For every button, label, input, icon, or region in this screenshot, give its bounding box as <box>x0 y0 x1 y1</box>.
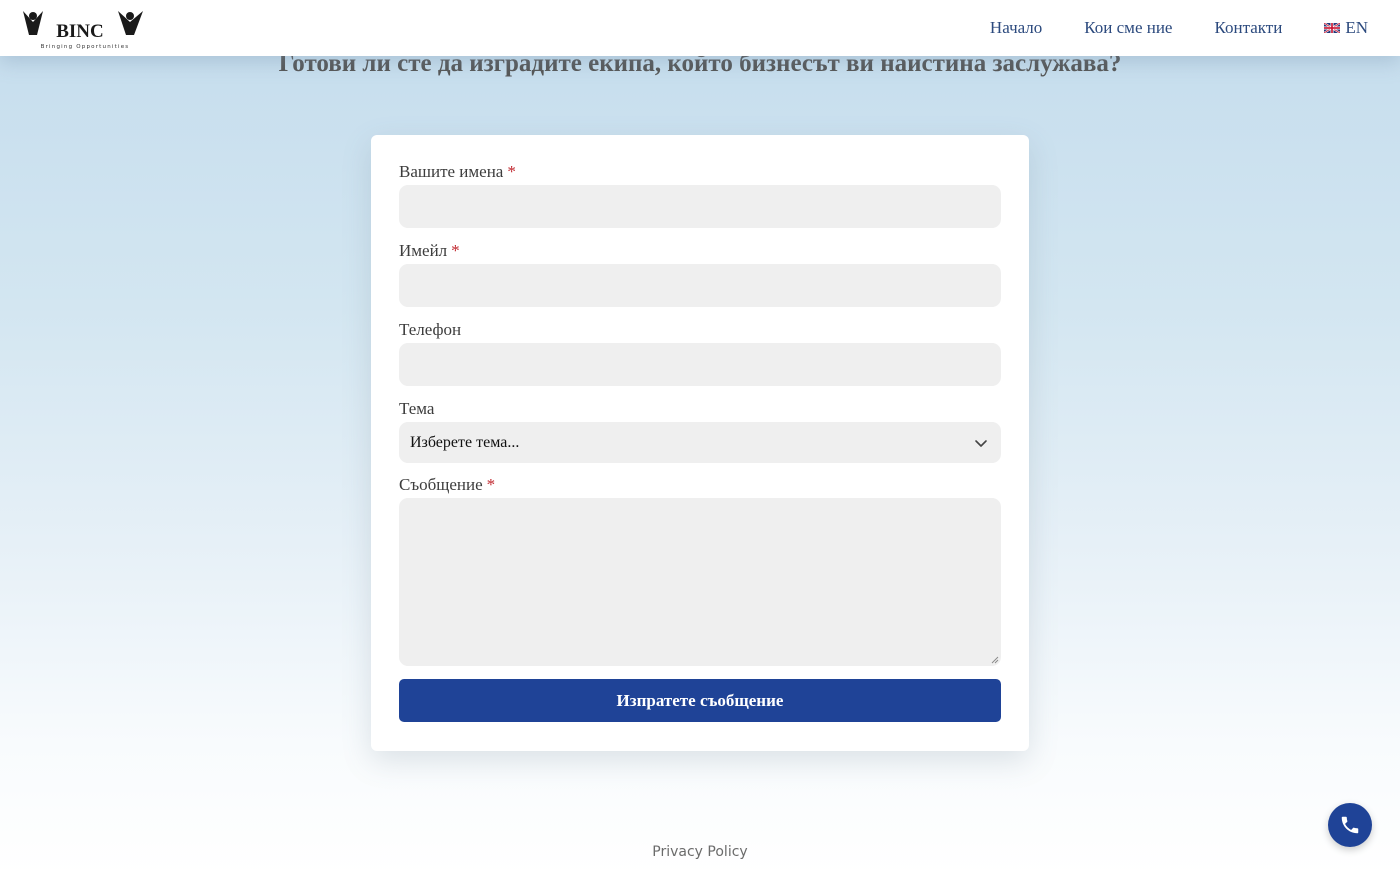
name-label-text: Вашите имена <box>399 162 504 181</box>
logo-brand: BINC <box>56 21 104 42</box>
nav-language-label: EN <box>1345 18 1368 37</box>
message-label-text: Съобщение <box>399 475 483 494</box>
email-label: Имейл * <box>399 241 460 261</box>
required-mark: * <box>507 162 516 181</box>
topic-select[interactable]: Изберете тема... <box>399 422 1001 463</box>
site-header: BINC Bringing Opportunities Начало Кои с… <box>0 0 1400 56</box>
required-mark: * <box>486 475 496 494</box>
phone-input[interactable] <box>399 343 1001 386</box>
phone-label: Телефон <box>399 320 461 340</box>
chevron-down-icon <box>973 435 989 451</box>
resize-handle-icon[interactable] <box>991 656 999 664</box>
nav-contacts[interactable]: Контакти <box>1214 18 1282 38</box>
phone-label-text: Телефон <box>399 320 462 339</box>
submit-button[interactable]: Изпратете съобщение <box>399 679 1001 722</box>
logo-tagline: Bringing Opportunities <box>41 44 130 50</box>
contact-form: Вашите имена * Имейл * Телефон Тема Избере… <box>371 135 1029 751</box>
nav-language-en[interactable]: EN <box>1324 18 1368 38</box>
main-nav: Начало Кои сме ние Контакти EN <box>990 0 1368 56</box>
required-mark: * <box>451 241 460 260</box>
nav-home[interactable]: Начало <box>990 18 1042 38</box>
name-input[interactable] <box>399 185 1001 228</box>
uk-flag-icon <box>1324 23 1341 33</box>
nav-about[interactable]: Кои сме ние <box>1084 18 1172 38</box>
message-textarea[interactable] <box>399 498 1001 666</box>
phone-icon <box>1341 816 1359 834</box>
binc-logo-icon: BINC Bringing Opportunities <box>23 11 143 50</box>
topic-select-value: Изберете тема... <box>410 433 520 451</box>
privacy-policy-link[interactable]: Privacy Policy <box>0 844 1400 860</box>
topic-label-text: Тема <box>399 399 435 418</box>
email-label-text: Имейл <box>399 241 448 260</box>
call-button[interactable] <box>1328 803 1372 847</box>
name-label: Вашите имена * <box>399 162 516 182</box>
site-logo[interactable]: BINC Bringing Opportunities <box>22 7 148 51</box>
email-input[interactable] <box>399 264 1001 307</box>
message-label: Съобщение * <box>399 475 495 495</box>
topic-label: Тема <box>399 399 434 419</box>
